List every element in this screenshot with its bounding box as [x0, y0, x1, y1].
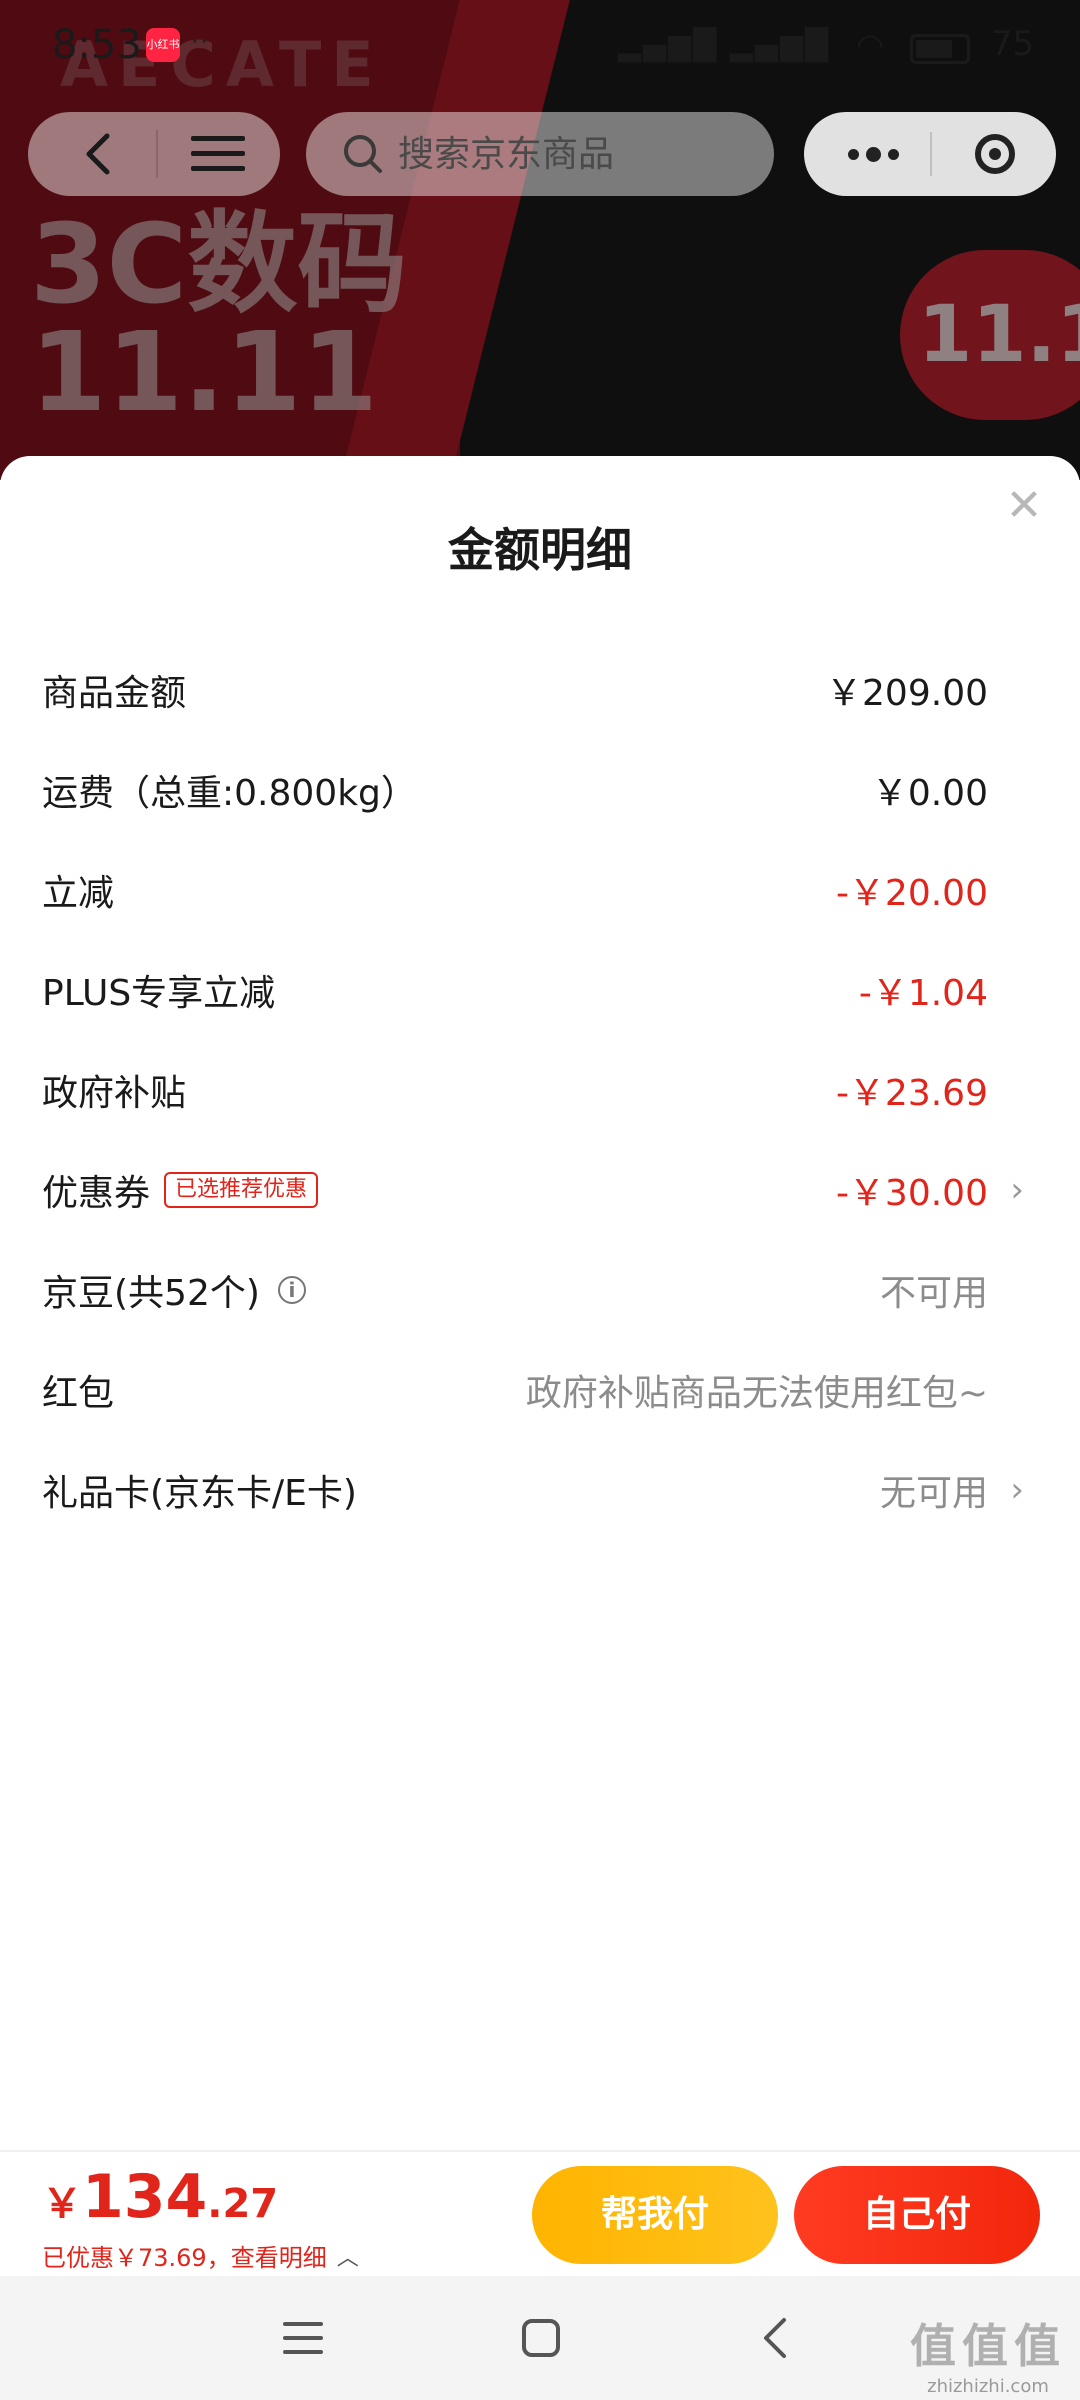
chevron-right-icon: › — [1010, 1470, 1024, 1510]
miniprogram-capsule — [804, 112, 1056, 196]
hamburger-icon — [191, 136, 245, 171]
row-value: ￥209.00 — [826, 673, 988, 714]
row-value: -￥1.04 — [858, 973, 988, 1014]
exit-miniprogram-button[interactable] — [950, 122, 1040, 186]
row-shipping: 运费（总重:0.800kg） ￥0.00 — [42, 740, 1038, 840]
home-square-icon — [522, 2319, 560, 2357]
signal-icon: ▂▄▆█ ▂▄▆█ — [617, 28, 830, 63]
battery-icon — [910, 34, 970, 64]
watermark: 值值值 zhizhizhi.com — [910, 2310, 1066, 2397]
search-bar[interactable] — [306, 112, 774, 196]
nav-capsule — [28, 112, 280, 196]
xiaohongshu-icon: 小红书 — [146, 28, 180, 62]
row-gift-card[interactable]: 礼品卡(京东卡/E卡) 无可用 › — [42, 1440, 1038, 1540]
nav-divider — [156, 130, 158, 178]
search-input[interactable] — [396, 132, 760, 176]
row-government-subsidy: 政府补贴 -￥23.69 — [42, 1040, 1038, 1140]
info-icon[interactable]: i — [277, 1276, 306, 1304]
battery-level: 75 — [990, 24, 1034, 64]
view-details-link[interactable]: 已优惠￥73.69，查看明细 ︿ — [42, 2238, 359, 2273]
row-instant-discount: 立减 -￥20.00 — [42, 840, 1038, 940]
dot-icon — [847, 148, 859, 160]
target-icon — [975, 134, 1015, 174]
recommended-coupon-tag: 已选推荐优惠 — [164, 1172, 319, 1208]
dot-icon — [887, 148, 899, 160]
row-jingdou: 京豆(共52个) i 不可用 — [42, 1240, 1038, 1340]
row-label: 商品金额 — [42, 673, 187, 714]
row-label: 京豆(共52个) — [42, 1273, 260, 1314]
row-value: 无可用 — [879, 1473, 988, 1514]
row-label: 运费（总重:0.800kg） — [42, 773, 417, 814]
row-value: ￥0.00 — [871, 773, 988, 814]
recent-apps-button[interactable] — [268, 2306, 338, 2370]
saved-text: 已优惠￥73.69，查看明细 — [42, 2244, 327, 2272]
row-label: 优惠券 — [42, 1173, 151, 1214]
row-label: 政府补贴 — [42, 1073, 187, 1114]
back-button[interactable] — [66, 122, 130, 186]
pay-myself-button[interactable]: 自己付 — [794, 2166, 1040, 2264]
wifi-icon: ◠ — [856, 26, 884, 64]
row-goods-amount: 商品金额 ￥209.00 — [42, 640, 1038, 740]
watermark-url: zhizhizhi.com — [927, 2376, 1049, 2397]
total-price: ￥134.27 — [42, 2162, 278, 2232]
status-dots: ·· — [190, 24, 210, 59]
status-time: 8:53 — [52, 22, 142, 68]
row-value: 不可用 — [879, 1273, 988, 1314]
search-icon — [344, 135, 382, 173]
row-value: 政府补贴商品无法使用红包~ — [525, 1373, 988, 1414]
chevron-right-icon: › — [1010, 1170, 1024, 1210]
row-label: 礼品卡(京东卡/E卡) — [42, 1473, 357, 1514]
row-label: PLUS专享立减 — [42, 973, 276, 1014]
row-red-packet: 红包 政府补贴商品无法使用红包~ — [42, 1340, 1038, 1440]
checkout-footer: ￥134.27 已优惠￥73.69，查看明细 ︿ 帮我付 自己付 — [0, 2150, 1080, 2278]
background-page: AECATE 3C数码 11.11 11.11 8:53 小红书 ·· ▂▄▆█… — [0, 0, 1080, 480]
watermark-logo: 值值值 — [910, 2319, 1066, 2373]
capsule-divider — [930, 132, 932, 176]
row-value: -￥30.00 — [835, 1173, 988, 1214]
chevron-left-icon — [764, 2318, 786, 2358]
dot-icon — [865, 146, 881, 162]
chevron-left-icon — [86, 133, 110, 175]
sheet-title: 金额明细 — [448, 523, 632, 577]
row-label: 红包 — [42, 1373, 115, 1414]
help-me-pay-button[interactable]: 帮我付 — [532, 2166, 778, 2264]
chevron-up-icon: ︿ — [336, 2245, 359, 2271]
row-value: -￥20.00 — [835, 873, 988, 914]
more-options-button[interactable] — [828, 122, 918, 186]
row-label: 立减 — [42, 873, 115, 914]
amount-detail-sheet: ✕ 金额明细 商品金额 ￥209.00 运费（总重:0.800kg） ￥0.00… — [0, 456, 1080, 2400]
row-coupon[interactable]: 优惠券 已选推荐优惠 -￥30.00 › — [42, 1140, 1038, 1240]
menu-button[interactable] — [178, 122, 258, 186]
total-integer: 134 — [82, 2162, 208, 2232]
total-decimal: .27 — [207, 2181, 279, 2227]
row-plus-discount: PLUS专享立减 -￥1.04 — [42, 940, 1038, 1040]
currency-symbol: ￥ — [42, 2181, 82, 2227]
row-value: -￥23.69 — [835, 1073, 988, 1114]
home-button[interactable] — [506, 2306, 576, 2370]
menu-icon — [283, 2322, 323, 2354]
system-back-button[interactable] — [740, 2306, 810, 2370]
status-bar: 8:53 小红书 ·· ▂▄▆█ ▂▄▆█ ◠ 75 — [0, 0, 1080, 92]
